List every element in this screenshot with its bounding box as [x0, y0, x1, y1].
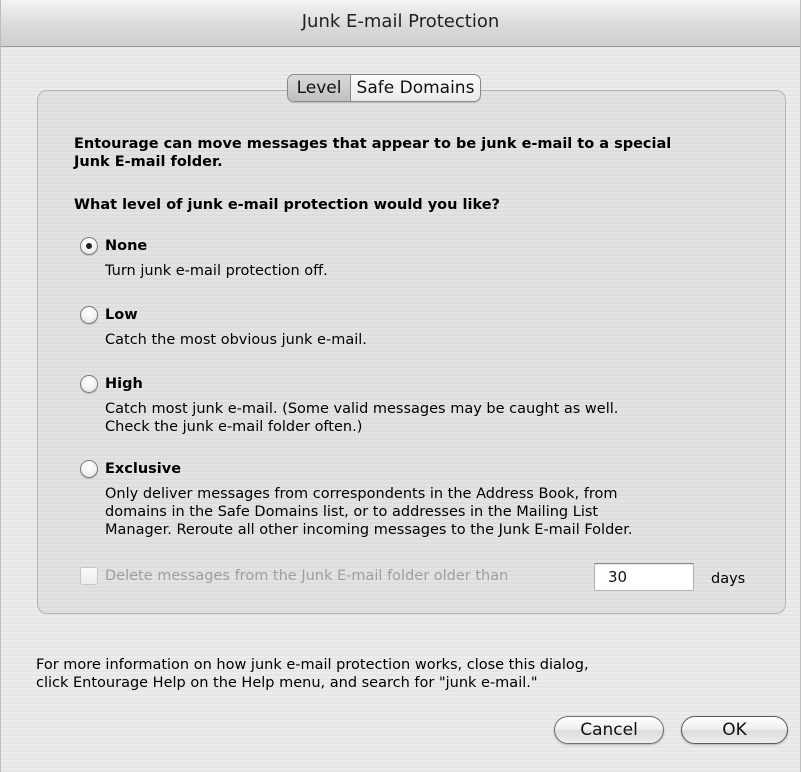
- radio-none[interactable]: [80, 237, 98, 255]
- radio-high-description-line-1: Catch most junk e-mail. (Some valid mess…: [105, 401, 619, 417]
- days-unit-label: days: [711, 571, 746, 587]
- radio-none-label[interactable]: None: [105, 237, 147, 255]
- radio-low-description: Catch the most obvious junk e-mail.: [105, 332, 367, 348]
- protection-level-question: What level of junk e-mail protection wou…: [74, 197, 500, 213]
- delete-old-junk-checkbox[interactable]: [80, 567, 98, 585]
- radio-exclusive-description-line-2: domains in the Safe Domains list, or to …: [105, 504, 599, 520]
- radio-exclusive-description-line-1: Only deliver messages from correspondent…: [105, 486, 618, 502]
- radio-exclusive-label[interactable]: Exclusive: [105, 460, 181, 478]
- radio-exclusive-description-line-3: Manager. Reroute all other incoming mess…: [105, 522, 633, 538]
- tab-safe-domains[interactable]: Safe Domains: [351, 75, 480, 101]
- radio-high-description-line-2: Check the junk e-mail folder often.): [105, 419, 363, 435]
- radio-low[interactable]: [80, 306, 98, 324]
- help-info-line-1: For more information on how junk e-mail …: [36, 657, 589, 673]
- radio-high-label[interactable]: High: [105, 375, 143, 393]
- dialog-window: Junk E-mail Protection Level Safe Domain…: [0, 0, 801, 772]
- window-title: Junk E-mail Protection: [301, 11, 500, 32]
- days-field[interactable]: [594, 563, 694, 591]
- cancel-button[interactable]: Cancel: [554, 716, 664, 744]
- radio-selected-dot: [86, 243, 92, 249]
- tab-level[interactable]: Level: [288, 75, 351, 101]
- tab-control: Level Safe Domains: [287, 74, 481, 102]
- ok-button[interactable]: OK: [681, 716, 788, 744]
- intro-text-line-2: Junk E-mail folder.: [74, 154, 223, 170]
- radio-high[interactable]: [80, 375, 98, 393]
- intro-text-line-1: Entourage can move messages that appear …: [74, 136, 672, 152]
- help-info-line-2: click Entourage Help on the Help menu, a…: [36, 675, 538, 691]
- radio-none-description: Turn junk e-mail protection off.: [105, 263, 328, 279]
- delete-old-junk-label[interactable]: Delete messages from the Junk E-mail fol…: [105, 567, 508, 585]
- radio-exclusive[interactable]: [80, 460, 98, 478]
- radio-low-label[interactable]: Low: [105, 306, 138, 324]
- title-bar[interactable]: Junk E-mail Protection: [1, 0, 800, 47]
